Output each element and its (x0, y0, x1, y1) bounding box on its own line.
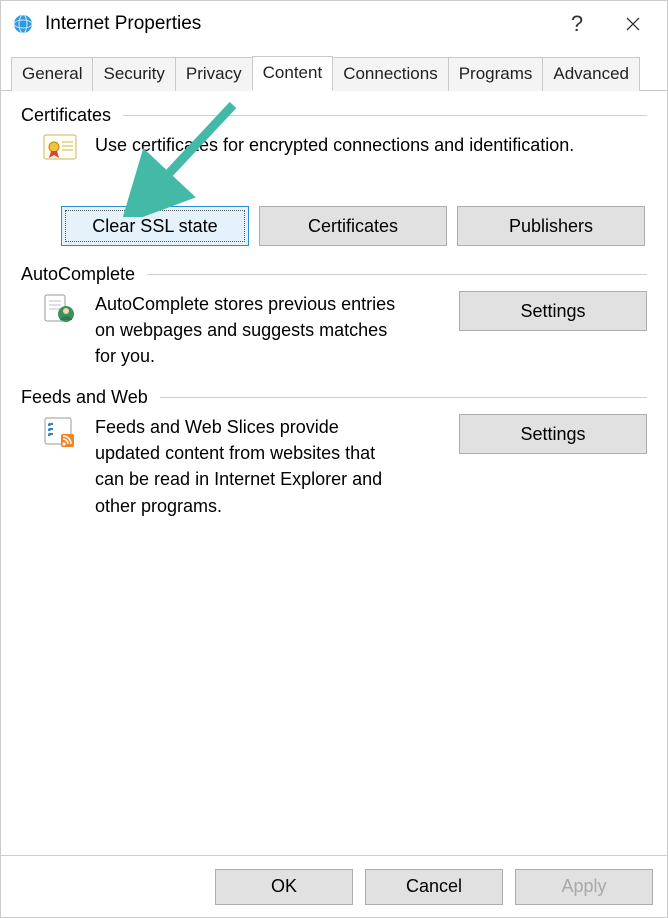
divider (147, 274, 647, 275)
tab-security[interactable]: Security (92, 57, 175, 91)
tab-connections[interactable]: Connections (332, 57, 449, 91)
close-icon (625, 16, 641, 32)
divider (123, 115, 647, 116)
publishers-button[interactable]: Publishers (457, 206, 645, 246)
help-button[interactable]: ? (549, 2, 605, 46)
internet-options-icon (11, 12, 35, 36)
tab-privacy[interactable]: Privacy (175, 57, 253, 91)
feeds-settings-button[interactable]: Settings (459, 414, 647, 454)
tab-advanced[interactable]: Advanced (542, 57, 640, 91)
feeds-description: Feeds and Web Slices provide updated con… (95, 414, 405, 518)
certificate-icon (41, 134, 79, 172)
group-certificates-legend: Certificates (21, 105, 111, 126)
cancel-button[interactable]: Cancel (365, 869, 503, 905)
window-title: Internet Properties (45, 13, 201, 35)
tab-content[interactable]: Content (252, 56, 334, 91)
titlebar: Internet Properties ? (1, 1, 667, 47)
group-feeds: Feeds and Web (21, 387, 647, 518)
autocomplete-description: AutoComplete stores previous entries on … (95, 291, 405, 369)
group-feeds-legend: Feeds and Web (21, 387, 148, 408)
certificates-description: Use certificates for encrypted connectio… (95, 132, 574, 158)
divider (160, 397, 647, 398)
certificates-button[interactable]: Certificates (259, 206, 447, 246)
group-certificates: Certificates Use certificates for encryp… (21, 105, 647, 246)
tab-bar: General Security Privacy Content Connect… (1, 47, 667, 91)
ok-button[interactable]: OK (215, 869, 353, 905)
close-button[interactable] (605, 2, 661, 46)
apply-button[interactable]: Apply (515, 869, 653, 905)
dialog-footer: OK Cancel Apply (1, 855, 667, 917)
autocomplete-icon (41, 293, 79, 331)
feeds-icon (41, 416, 79, 454)
autocomplete-settings-button[interactable]: Settings (459, 291, 647, 331)
tab-programs[interactable]: Programs (448, 57, 544, 91)
tab-general[interactable]: General (11, 57, 93, 91)
group-autocomplete: AutoComplete AutoComplete stores previ (21, 264, 647, 369)
tab-panel-content: Certificates Use certificates for encryp… (1, 91, 667, 855)
internet-properties-window: Internet Properties ? General Security P… (0, 0, 668, 918)
clear-ssl-state-button[interactable]: Clear SSL state (61, 206, 249, 246)
group-autocomplete-legend: AutoComplete (21, 264, 135, 285)
